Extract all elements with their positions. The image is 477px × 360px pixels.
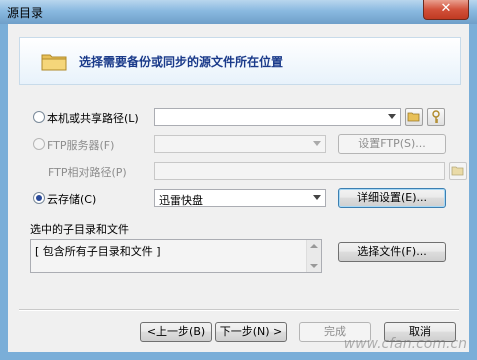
select-files-button[interactable]: 选择文件(F)... [338, 242, 446, 262]
local-path-radio[interactable] [33, 111, 45, 123]
ftp-browse-button[interactable] [449, 162, 467, 180]
cloud-storage-radio[interactable] [33, 192, 45, 204]
local-path-label: 本机或共享路径(L) [47, 112, 139, 125]
footer-divider [19, 309, 459, 311]
ftp-server-combo[interactable] [154, 135, 326, 153]
chevron-down-icon [313, 141, 321, 146]
local-path-combo[interactable] [154, 108, 401, 126]
ftp-radio[interactable] [33, 138, 45, 150]
previous-button[interactable]: <上一步(B) [140, 322, 212, 342]
credentials-button[interactable] [427, 108, 445, 126]
close-icon: ✕ [440, 1, 452, 16]
window-frame-left [0, 24, 8, 360]
folder-icon [41, 54, 67, 71]
watermark: www.cfan.com.cn [343, 336, 467, 352]
subdirs-scrollbar[interactable] [306, 240, 321, 272]
browse-folder-button[interactable] [405, 108, 423, 126]
cloud-provider-select[interactable]: 迅雷快盘 [154, 189, 326, 207]
header-title: 选择需要备份或同步的源文件所在位置 [79, 55, 284, 69]
scroll-up-icon[interactable] [310, 244, 318, 248]
chevron-down-icon [313, 195, 321, 200]
key-icon [432, 110, 440, 123]
window-title: 源目录 [7, 6, 44, 20]
subdirs-listbox[interactable]: [ 包含所有子目录和文件 ] [30, 239, 322, 273]
details-settings-button[interactable]: 详细设置(E)... [338, 188, 446, 208]
folder-open-icon [407, 112, 420, 122]
next-button[interactable]: 下一步(N) > [215, 322, 287, 342]
folder-open-icon [451, 166, 464, 176]
ftp-relpath-field[interactable] [154, 162, 445, 180]
ftp-relpath-label: FTP相对路径(P) [48, 166, 127, 179]
close-button[interactable]: ✕ [423, 0, 469, 20]
scroll-down-icon[interactable] [310, 264, 318, 268]
cloud-provider-value: 迅雷快盘 [159, 194, 203, 207]
cloud-storage-label: 云存储(C) [47, 193, 97, 206]
subdirs-label: 选中的子目录和文件 [30, 223, 129, 236]
window-frame-right [469, 24, 477, 360]
chevron-down-icon [388, 114, 396, 119]
ftp-label: FTP服务器(F) [47, 139, 115, 152]
window-frame-bottom [0, 352, 477, 360]
setup-ftp-button[interactable]: 设置FTP(S)... [338, 134, 446, 154]
title-bar: 源目录 ✕ [0, 0, 477, 24]
subdirs-content: [ 包含所有子目录和文件 ] [35, 245, 161, 258]
header-panel: 选择需要备份或同步的源文件所在位置 [19, 37, 461, 85]
